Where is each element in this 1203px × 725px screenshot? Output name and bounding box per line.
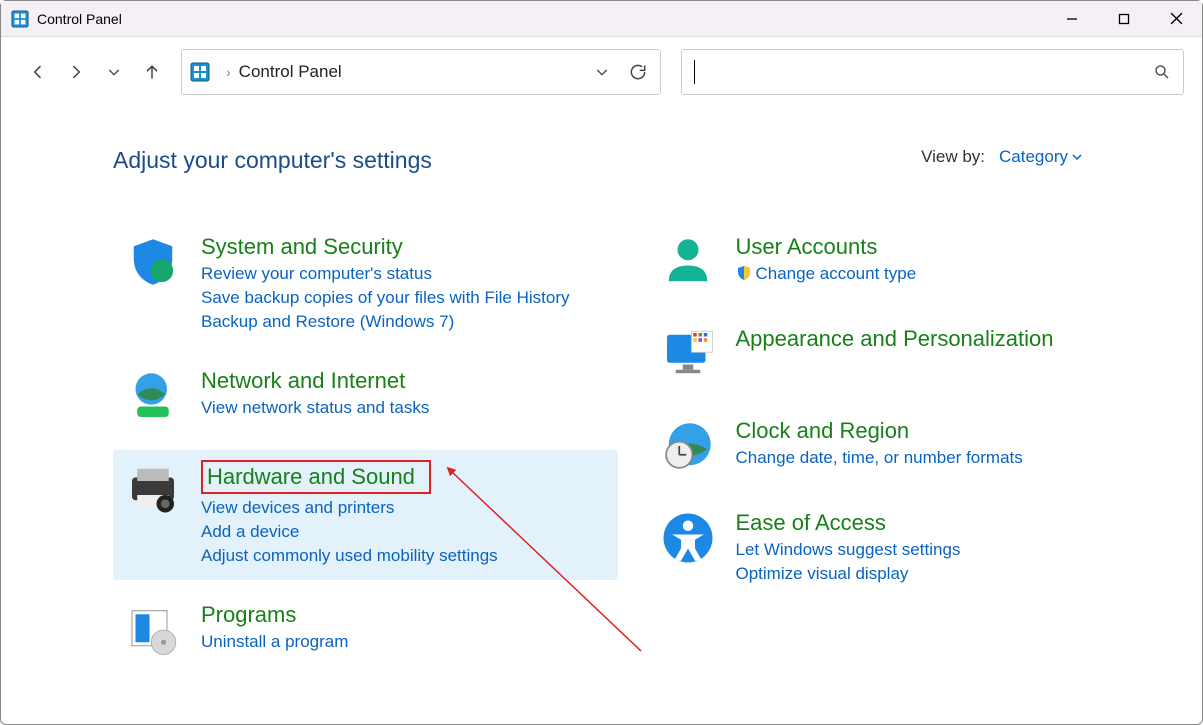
- text-cursor: [694, 60, 695, 84]
- nav-row: › Control Panel: [1, 37, 1202, 107]
- category-system-and-security: System and Security Review your computer'…: [113, 224, 618, 346]
- category-title[interactable]: Programs: [201, 602, 606, 628]
- shield-icon: [125, 234, 181, 290]
- category-programs: Programs Uninstall a program: [113, 592, 618, 672]
- view-by-dropdown[interactable]: Category: [999, 147, 1082, 167]
- category-link[interactable]: Change date, time, or number formats: [736, 448, 1141, 468]
- window-title: Control Panel: [37, 11, 1046, 27]
- recent-locations-button[interactable]: [95, 53, 133, 91]
- category-title[interactable]: Appearance and Personalization: [736, 326, 1141, 352]
- category-title[interactable]: Network and Internet: [201, 368, 606, 394]
- category-link[interactable]: Uninstall a program: [201, 632, 606, 652]
- minimize-button[interactable]: [1046, 1, 1098, 37]
- category-link[interactable]: Review your computer's status: [201, 264, 606, 284]
- category-title[interactable]: Ease of Access: [736, 510, 1141, 536]
- programs-icon: [125, 602, 181, 658]
- monitor-icon: [660, 326, 716, 382]
- breadcrumb-separator: ›: [226, 64, 231, 80]
- category-hardware-and-sound: Hardware and Sound View devices and print…: [113, 450, 618, 580]
- up-button[interactable]: [133, 53, 171, 91]
- category-link[interactable]: View network status and tasks: [201, 398, 606, 418]
- access-icon: [660, 510, 716, 566]
- category-link[interactable]: View devices and printers: [201, 498, 606, 518]
- category-link[interactable]: Backup and Restore (Windows 7): [201, 312, 606, 332]
- category-user-accounts: User Accounts Change account type: [648, 224, 1153, 304]
- address-bar[interactable]: › Control Panel: [181, 49, 661, 95]
- category-column: User Accounts Change account type Appearan…: [648, 224, 1153, 672]
- globe-icon: [125, 368, 181, 424]
- category-link[interactable]: Let Windows suggest settings: [736, 540, 1141, 560]
- category-title[interactable]: System and Security: [201, 234, 606, 260]
- category-link[interactable]: Save backup copies of your files with Fi…: [201, 288, 606, 308]
- category-network-and-internet: Network and Internet View network status …: [113, 358, 618, 438]
- category-title[interactable]: Clock and Region: [736, 418, 1141, 444]
- printer-icon: [125, 460, 181, 516]
- breadcrumb-current[interactable]: Control Panel: [239, 62, 342, 82]
- content-area: Adjust your computer's settings View by:…: [1, 107, 1202, 692]
- control-panel-icon: [11, 10, 29, 28]
- user-icon: [660, 234, 716, 290]
- view-by-label: View by:: [921, 147, 985, 167]
- chevron-down-icon: [1072, 152, 1082, 162]
- uac-shield-icon: [736, 266, 752, 285]
- chevron-down-icon[interactable]: [594, 64, 610, 80]
- category-link[interactable]: Optimize visual display: [736, 564, 1141, 584]
- view-by: View by: Category: [921, 147, 1082, 167]
- close-button[interactable]: [1150, 1, 1202, 37]
- category-link[interactable]: Change account type: [736, 264, 1141, 286]
- category-clock-and-region: Clock and Region Change date, time, or nu…: [648, 408, 1153, 488]
- search-box[interactable]: [681, 49, 1184, 95]
- category-title[interactable]: User Accounts: [736, 234, 1141, 260]
- refresh-button[interactable]: [628, 62, 648, 82]
- category-appearance-and-personalization: Appearance and Personalization: [648, 316, 1153, 396]
- maximize-button[interactable]: [1098, 1, 1150, 37]
- address-icon: [190, 62, 210, 82]
- search-icon: [1153, 63, 1171, 81]
- category-column: System and Security Review your computer'…: [113, 224, 618, 672]
- title-bar: Control Panel: [1, 1, 1202, 37]
- category-title[interactable]: Hardware and Sound: [201, 460, 431, 494]
- category-link[interactable]: Add a device: [201, 522, 606, 542]
- category-link[interactable]: Adjust commonly used mobility settings: [201, 546, 606, 566]
- clock-icon: [660, 418, 716, 474]
- category-grid: System and Security Review your computer'…: [113, 224, 1152, 672]
- back-button[interactable]: [19, 53, 57, 91]
- forward-button[interactable]: [57, 53, 95, 91]
- category-ease-of-access: Ease of Access Let Windows suggest settin…: [648, 500, 1153, 598]
